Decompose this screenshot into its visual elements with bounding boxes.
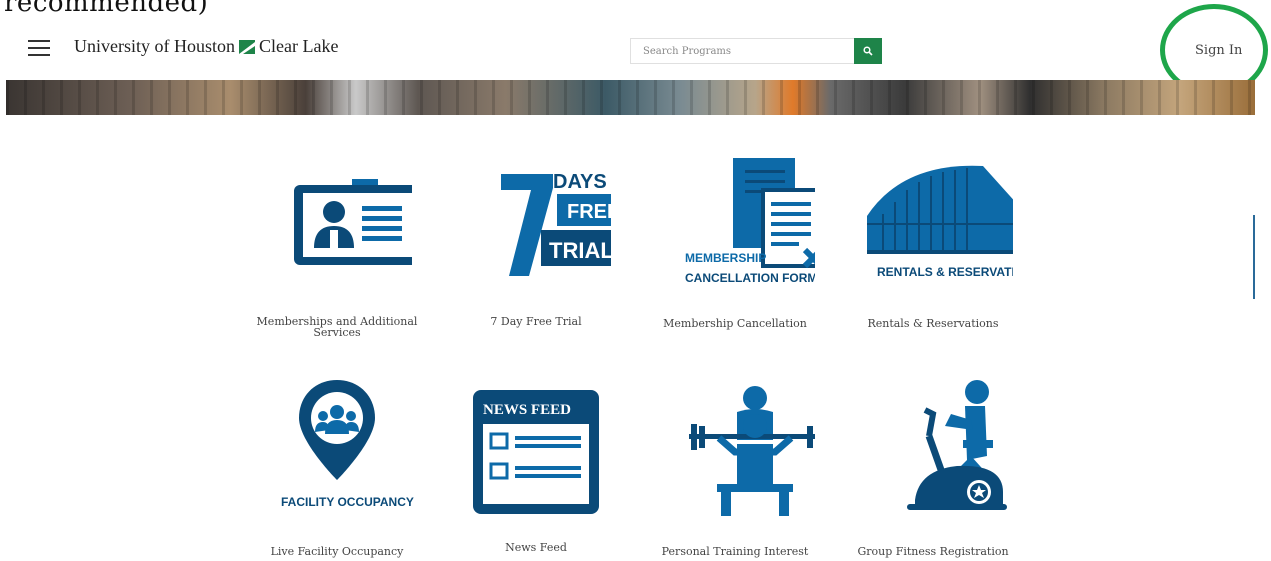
tile-label: News Feed <box>505 541 567 554</box>
tile-label: Live Facility Occupancy <box>270 545 404 558</box>
building-icon: RENTALS & RESERVATIONS <box>867 165 1013 279</box>
search-input[interactable] <box>631 39 854 63</box>
tile-facility-occupancy[interactable]: FACILITY OCCUPANCY Live Facility Occupan… <box>237 380 437 557</box>
tile-label: 7 Day Free Trial <box>490 315 582 328</box>
icon-text-days: DAYS <box>553 171 607 193</box>
search-button[interactable] <box>854 38 882 64</box>
location-pin-icon: FACILITY OCCUPANCY <box>281 380 414 509</box>
cropped-heading-text: recommended) <box>4 0 209 18</box>
cancellation-form-icon: MEMBERSHIP CANCELLATION FORM <box>685 158 815 285</box>
brand-name-left: University of Houston <box>74 36 235 56</box>
search-icon <box>863 46 873 56</box>
brand-flag-icon <box>239 39 255 54</box>
icon-text-free: FREE <box>567 201 611 223</box>
right-edge-divider <box>1253 215 1255 299</box>
icon-text-cancellation: CANCELLATION FORM <box>685 271 815 285</box>
hero-banner-image <box>6 80 1255 115</box>
tile-label: Personal Training Interest <box>661 545 809 558</box>
icon-text-rentals: RENTALS & RESERVATIONS <box>877 265 1013 279</box>
icon-text-news-feed: NEWS FEED <box>483 402 571 418</box>
membership-card-icon <box>294 179 412 265</box>
tile-personal-training[interactable]: Personal Training Interest <box>635 380 835 557</box>
exercise-bike-icon <box>907 380 1007 510</box>
icon-text-trial: TRIAL <box>549 238 611 263</box>
tile-news-feed[interactable]: NEWS FEED News Feed <box>436 388 636 553</box>
trainer-icon <box>689 386 815 516</box>
menu-icon[interactable] <box>28 40 50 56</box>
tile-membership-cancellation[interactable]: MEMBERSHIP CANCELLATION FORM Membership … <box>635 152 835 329</box>
tile-free-trial[interactable]: DAYS FREE TRIAL 7 Day Free Trial <box>436 152 636 327</box>
site-header: University of Houston Clear Lake Sign In <box>0 22 1271 80</box>
tile-label: Rentals & Reservations <box>867 317 999 330</box>
free-trial-icon: DAYS FREE TRIAL <box>501 171 611 276</box>
brand-name-right: Clear Lake <box>259 36 339 56</box>
tile-label: Group Fitness Registration <box>857 545 1009 558</box>
sign-in-link[interactable]: Sign In <box>1195 43 1242 58</box>
tile-label: Membership Cancellation <box>663 317 807 330</box>
brand-logo[interactable]: University of Houston Clear Lake <box>74 36 338 57</box>
tile-label: Memberships and Additional Services <box>256 315 418 339</box>
tile-rentals-reservations[interactable]: RENTALS & RESERVATIONS Rentals & Reserva… <box>833 152 1033 329</box>
news-feed-icon: NEWS FEED <box>473 390 599 514</box>
icon-text-facility: FACILITY OCCUPANCY <box>281 495 414 509</box>
tile-memberships[interactable]: Memberships and Additional Services <box>237 152 437 338</box>
icon-text-membership: MEMBERSHIP <box>685 251 766 265</box>
search-box <box>630 38 882 64</box>
tile-group-fitness[interactable]: Group Fitness Registration <box>833 380 1033 557</box>
